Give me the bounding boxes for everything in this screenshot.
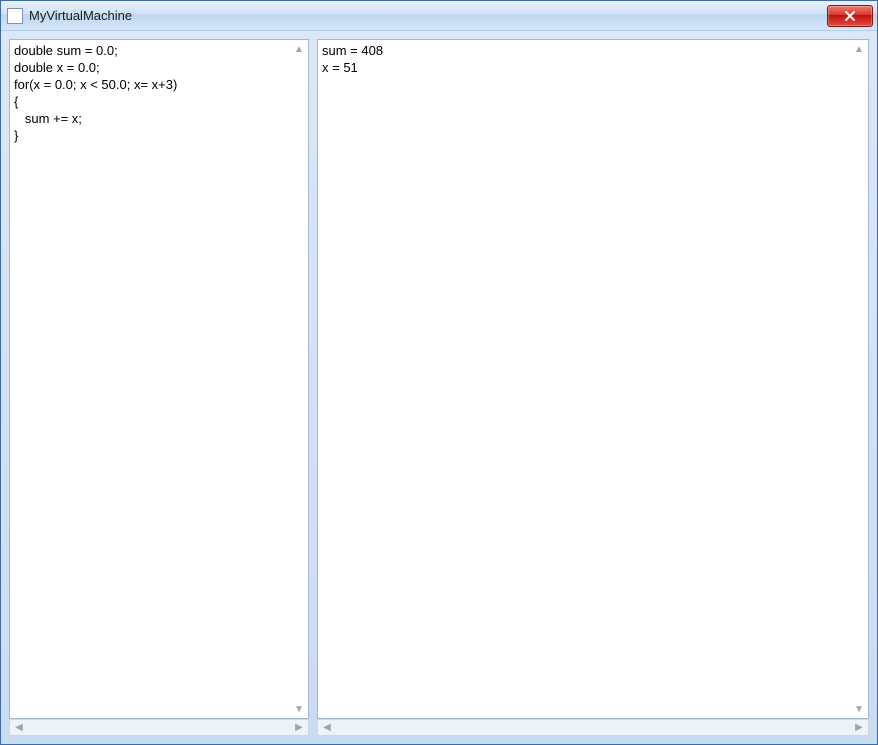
- output-horizontal-scrollbar[interactable]: ◀ ▶: [317, 719, 869, 736]
- close-icon: [844, 10, 856, 22]
- scroll-up-icon[interactable]: ▲: [851, 41, 867, 57]
- code-editor[interactable]: double sum = 0.0; double x = 0.0; for(x …: [9, 39, 309, 719]
- scroll-left-icon[interactable]: ◀: [320, 721, 334, 735]
- output-text: sum = 408 x = 51: [318, 40, 851, 718]
- scroll-up-icon[interactable]: ▲: [291, 41, 307, 57]
- code-text[interactable]: double sum = 0.0; double x = 0.0; for(x …: [10, 40, 291, 718]
- output-panel: sum = 408 x = 51 ▲ ▼ ◀ ▶: [317, 39, 869, 736]
- scroll-right-icon[interactable]: ▶: [852, 721, 866, 735]
- title-bar[interactable]: MyVirtualMachine: [1, 1, 877, 31]
- scroll-down-icon[interactable]: ▼: [851, 701, 867, 717]
- code-horizontal-scrollbar[interactable]: ◀ ▶: [9, 719, 309, 736]
- output-vertical-scrollbar[interactable]: ▲ ▼: [851, 41, 867, 717]
- code-panel: double sum = 0.0; double x = 0.0; for(x …: [9, 39, 309, 736]
- client-area: double sum = 0.0; double x = 0.0; for(x …: [1, 31, 877, 744]
- output-view[interactable]: sum = 408 x = 51 ▲ ▼: [317, 39, 869, 719]
- close-button[interactable]: [827, 5, 873, 27]
- app-icon: [7, 8, 23, 24]
- scroll-down-icon[interactable]: ▼: [291, 701, 307, 717]
- scroll-right-icon[interactable]: ▶: [292, 721, 306, 735]
- code-vertical-scrollbar[interactable]: ▲ ▼: [291, 41, 307, 717]
- window-title: MyVirtualMachine: [29, 1, 827, 30]
- scroll-left-icon[interactable]: ◀: [12, 721, 26, 735]
- app-window: MyVirtualMachine double sum = 0.0; doubl…: [0, 0, 878, 745]
